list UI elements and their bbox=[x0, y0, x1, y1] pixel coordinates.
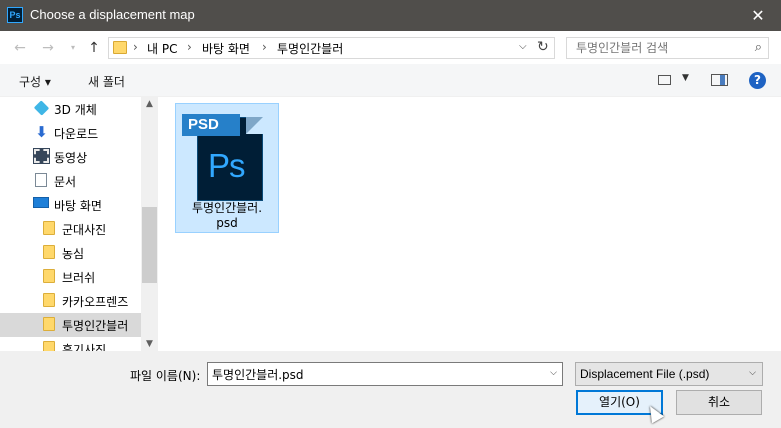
sidebar-item-folder-selected[interactable]: 투명인간블러 bbox=[0, 313, 141, 337]
sidebar-item-label: 동영상 bbox=[54, 151, 88, 165]
breadcrumb-separator: › bbox=[262, 40, 267, 54]
forward-arrow-icon[interactable]: → bbox=[39, 39, 57, 57]
photoshop-logo: Ps bbox=[208, 147, 246, 184]
filename-dropdown-chevron-icon[interactable]: ⌵ bbox=[550, 368, 557, 378]
file-item-selected[interactable]: PSD Ps 투명인간블러. psd bbox=[175, 103, 279, 233]
sidebar-item-3d-objects[interactable]: 3D 개체 bbox=[0, 97, 141, 121]
view-options-chevron-icon[interactable]: ▼ bbox=[682, 73, 689, 83]
file-name-label: 투명인간블러. psd bbox=[178, 201, 276, 231]
folder-icon bbox=[43, 269, 55, 283]
change-view-icon[interactable] bbox=[658, 75, 671, 85]
scroll-down-arrow-icon[interactable]: ▼ bbox=[141, 339, 158, 349]
sidebar-item-videos[interactable]: 동영상 bbox=[0, 145, 141, 169]
breadcrumb-separator: › bbox=[187, 40, 192, 54]
file-list-area[interactable]: PSD Ps 투명인간블러. psd bbox=[158, 97, 781, 351]
scroll-up-arrow-icon[interactable]: ▲ bbox=[141, 99, 158, 109]
cancel-button[interactable]: 취소 bbox=[676, 390, 762, 415]
up-arrow-icon[interactable]: ↑ bbox=[85, 39, 103, 57]
search-icon[interactable]: ⌕ bbox=[755, 40, 762, 55]
video-icon bbox=[33, 148, 50, 164]
photoshop-app-icon: Ps bbox=[7, 7, 23, 23]
psd-badge: PSD bbox=[182, 114, 240, 136]
document-icon bbox=[35, 173, 47, 187]
sidebar-item-label: 3D 개체 bbox=[54, 103, 97, 117]
3d-objects-icon bbox=[33, 100, 50, 116]
page-fold-corner bbox=[246, 117, 263, 134]
navigation-bar: ← → ▾ ↑ › 내 PC › 바탕 화면 › 투명인간블러 ⌵ ↻ ⌕ bbox=[0, 31, 781, 64]
sidebar-item-label: 다운로드 bbox=[54, 127, 99, 141]
sidebar-item-desktop[interactable]: 바탕 화면 bbox=[0, 193, 141, 217]
desktop-icon bbox=[33, 197, 49, 208]
breadcrumb-folder[interactable]: 투명인간블러 bbox=[277, 40, 343, 57]
sidebar-item-folder[interactable]: 브러쉬 bbox=[0, 265, 141, 289]
filename-input[interactable] bbox=[208, 363, 538, 385]
sidebar-item-folder[interactable]: 군대사진 bbox=[0, 217, 141, 241]
window-title: Choose a displacement map bbox=[30, 7, 195, 22]
sidebar-item-label: 문서 bbox=[54, 175, 77, 189]
sidebar-item-label: 농심 bbox=[62, 247, 85, 261]
search-box[interactable]: ⌕ bbox=[566, 37, 769, 59]
filter-dropdown-chevron-icon[interactable]: ⌵ bbox=[749, 368, 756, 378]
filename-combobox[interactable]: ⌵ bbox=[207, 362, 563, 386]
address-dropdown-chevron-icon[interactable]: ⌵ bbox=[519, 41, 527, 52]
sidebar-item-label: 투명인간블러 bbox=[62, 319, 129, 333]
sidebar-item-documents[interactable]: 문서 bbox=[0, 169, 141, 193]
search-input[interactable] bbox=[567, 38, 747, 58]
folder-icon bbox=[43, 317, 55, 331]
sidebar-item-folder[interactable]: 훈기사진 bbox=[0, 337, 141, 351]
scrollbar-thumb[interactable] bbox=[142, 207, 157, 283]
sidebar-item-folder[interactable]: 카카오프렌즈 bbox=[0, 289, 141, 313]
folder-icon bbox=[43, 221, 55, 235]
help-icon[interactable]: ? bbox=[749, 72, 766, 89]
sidebar-item-folder[interactable]: 농심 bbox=[0, 241, 141, 265]
sidebar-item-label: 카카오프렌즈 bbox=[62, 295, 129, 309]
sidebar-item-label: 군대사진 bbox=[62, 223, 107, 237]
sidebar-item-label: 바탕 화면 bbox=[54, 199, 102, 213]
new-folder-button[interactable]: 새 폴더 bbox=[88, 73, 125, 90]
file-type-filter-value: Displacement File (.psd) bbox=[580, 367, 710, 381]
sidebar-scrollbar[interactable]: ▲ ▼ bbox=[141, 97, 158, 351]
breadcrumb-this-pc[interactable]: 내 PC bbox=[147, 40, 177, 57]
sidebar-item-label: 브러쉬 bbox=[62, 271, 96, 285]
navigation-pane[interactable]: 3D 개체 ⬇ 다운로드 동영상 문서 바탕 화면 군대사진 농심 브러쉬 카카… bbox=[0, 97, 158, 351]
sidebar-item-downloads[interactable]: ⬇ 다운로드 bbox=[0, 121, 141, 145]
address-bar[interactable]: › 내 PC › 바탕 화면 › 투명인간블러 ⌵ ↻ bbox=[108, 37, 555, 59]
command-toolbar: 구성 ▾ 새 폴더 ▼ ? bbox=[0, 64, 781, 97]
close-icon[interactable]: ✕ bbox=[735, 0, 781, 31]
refresh-icon[interactable]: ↻ bbox=[537, 39, 549, 55]
download-icon: ⬇ bbox=[35, 123, 48, 141]
breadcrumb-desktop[interactable]: 바탕 화면 bbox=[202, 40, 250, 57]
file-name-line-1: 투명인간블러. bbox=[191, 201, 263, 215]
preview-pane-icon[interactable] bbox=[711, 74, 728, 86]
title-bar: Ps Choose a displacement map ✕ bbox=[0, 0, 781, 31]
back-arrow-icon[interactable]: ← bbox=[11, 39, 29, 57]
filename-label: 파일 이름(N): bbox=[130, 369, 201, 383]
recent-locations-chevron-icon[interactable]: ▾ bbox=[64, 39, 82, 57]
psd-file-icon: PSD Ps bbox=[182, 107, 270, 201]
folder-icon bbox=[43, 341, 55, 351]
folder-icon bbox=[43, 293, 55, 307]
folder-icon bbox=[43, 245, 55, 259]
folder-icon bbox=[113, 41, 127, 54]
file-type-filter-select[interactable]: Displacement File (.psd) ⌵ bbox=[575, 362, 763, 386]
file-name-line-2: psd bbox=[216, 216, 238, 230]
breadcrumb-separator: › bbox=[133, 40, 138, 54]
organize-menu-button[interactable]: 구성 ▾ bbox=[19, 73, 51, 90]
sidebar-item-label: 훈기사진 bbox=[62, 343, 107, 351]
